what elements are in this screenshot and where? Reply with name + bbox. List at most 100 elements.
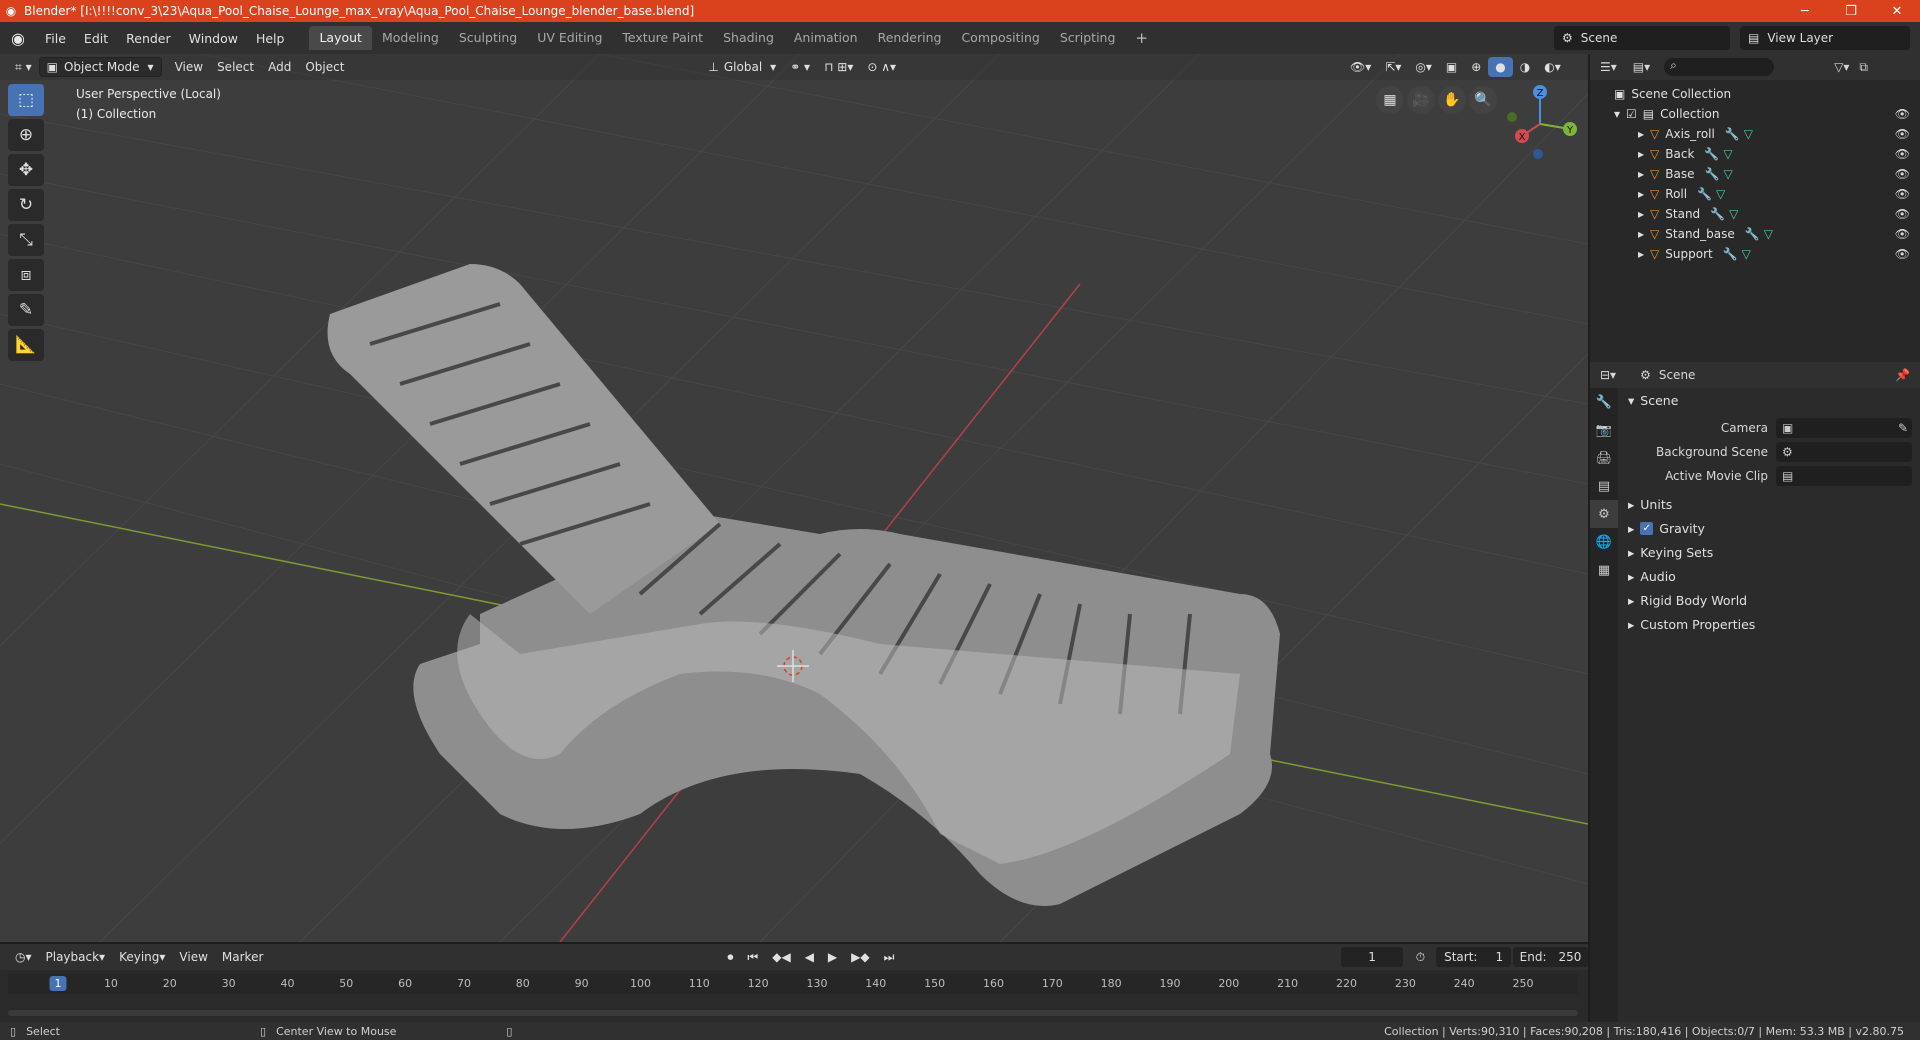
- current-frame-field[interactable]: 1: [1341, 947, 1403, 967]
- editor-type-button[interactable]: ⌗ ▾: [8, 57, 39, 77]
- proportional-edit-icon[interactable]: ⊙ ∧▾: [860, 57, 903, 77]
- outliner-item[interactable]: ▸ ▽ Support 🔧 ▽ 👁: [1590, 244, 1920, 264]
- eyedropper-icon[interactable]: ✎: [1898, 421, 1908, 435]
- record-icon[interactable]: ⏺: [720, 947, 740, 967]
- scale-tool-icon[interactable]: ⤡: [8, 224, 44, 256]
- scene-section-header[interactable]: ▾ Scene: [1620, 388, 1920, 412]
- view-layer-selector[interactable]: ▤ View Layer: [1740, 26, 1910, 50]
- rigid-body-world-section[interactable]: ▸ Rigid Body World: [1620, 588, 1920, 612]
- grid-view-icon[interactable]: ▦: [1376, 86, 1404, 114]
- menu-select[interactable]: Select: [210, 57, 261, 77]
- shading-rendered-icon[interactable]: ◐▾: [1537, 57, 1568, 77]
- properties-editor-icon[interactable]: ⊟▾: [1600, 368, 1616, 382]
- navigation-gizmo[interactable]: Z Y X: [1500, 84, 1580, 164]
- eye-icon[interactable]: 👁: [1895, 167, 1910, 181]
- rotate-tool-icon[interactable]: ↻: [8, 189, 44, 221]
- outliner-item[interactable]: ▸ ▽ Base 🔧 ▽ 👁: [1590, 164, 1920, 184]
- minimize-button[interactable]: ─: [1782, 4, 1828, 19]
- view-layer-props-icon[interactable]: ▤: [1590, 472, 1618, 500]
- shading-solid-icon[interactable]: ●: [1488, 57, 1513, 77]
- pin-icon[interactable]: 📌: [1895, 368, 1910, 382]
- prev-keyframe-icon[interactable]: ◆◀: [765, 947, 797, 967]
- expand-icon[interactable]: ▸: [1638, 247, 1644, 261]
- keying-menu[interactable]: Keying ▾: [112, 947, 172, 967]
- current-frame-marker[interactable]: 1: [49, 976, 67, 991]
- annotate-tool-icon[interactable]: ✎: [8, 294, 44, 326]
- outliner-search[interactable]: ⌕: [1664, 58, 1775, 76]
- cursor-tool-icon[interactable]: ⊕: [8, 119, 44, 151]
- filter-icon[interactable]: ▽▾: [1834, 60, 1849, 74]
- timeline-scrollbar[interactable]: [8, 1010, 1578, 1016]
- camera-view-icon[interactable]: 🎥: [1407, 86, 1435, 114]
- jump-start-icon[interactable]: ⏮: [740, 947, 765, 967]
- active-movie-clip-field[interactable]: ▤: [1776, 466, 1912, 486]
- expand-icon[interactable]: ▸: [1638, 207, 1644, 221]
- eye-icon[interactable]: 👁: [1895, 127, 1910, 141]
- tab-animation[interactable]: Animation: [784, 26, 868, 50]
- blender-menu-icon[interactable]: ◉: [0, 22, 36, 54]
- xray-toggle-icon[interactable]: ▣: [1439, 57, 1464, 77]
- snap-icon[interactable]: ⊓ ⊞▾: [817, 57, 860, 77]
- gizmo-toggle-icon[interactable]: ⇱▾: [1378, 57, 1408, 77]
- new-collection-icon[interactable]: ⧉: [1859, 60, 1868, 75]
- expand-icon[interactable]: ▸: [1638, 147, 1644, 161]
- menu-object[interactable]: Object: [298, 57, 351, 77]
- expand-icon[interactable]: ▸: [1638, 167, 1644, 181]
- next-keyframe-icon[interactable]: ▶◆: [844, 947, 876, 967]
- menu-edit[interactable]: Edit: [75, 31, 117, 46]
- checkbox-icon[interactable]: ☑: [1626, 107, 1637, 121]
- outliner-item[interactable]: ▸ ▽ Stand_base 🔧 ▽ 👁: [1590, 224, 1920, 244]
- world-props-icon[interactable]: 🌐: [1590, 528, 1618, 556]
- stopwatch-icon[interactable]: ⏱: [1409, 947, 1432, 967]
- transform-orientation-dropdown[interactable]: ⊥ Global ▾: [701, 57, 783, 77]
- overlay-toggle-icon[interactable]: ◎▾: [1408, 57, 1439, 77]
- move-tool-icon[interactable]: ✥: [8, 154, 44, 186]
- outliner-item[interactable]: ▸ ▽ Roll 🔧 ▽ 👁: [1590, 184, 1920, 204]
- eye-icon[interactable]: 👁: [1895, 107, 1910, 121]
- camera-field[interactable]: ▣ ✎: [1776, 418, 1912, 438]
- pan-hand-icon[interactable]: ✋: [1438, 86, 1466, 114]
- tab-shading[interactable]: Shading: [713, 26, 784, 50]
- play-icon[interactable]: ▶: [821, 947, 844, 967]
- tab-texture-paint[interactable]: Texture Paint: [612, 26, 713, 50]
- custom-properties-section[interactable]: ▸ Custom Properties: [1620, 612, 1920, 636]
- timeline-editor-icon[interactable]: ◷▾: [8, 947, 39, 967]
- play-reverse-icon[interactable]: ◀: [798, 947, 821, 967]
- restore-button[interactable]: ❐: [1828, 4, 1874, 19]
- jump-end-icon[interactable]: ⏭: [877, 947, 902, 967]
- menu-view[interactable]: View: [168, 57, 210, 77]
- close-window-button[interactable]: ✕: [1874, 4, 1920, 19]
- tab-scripting[interactable]: Scripting: [1050, 26, 1126, 50]
- shading-wireframe-icon[interactable]: ⊕: [1464, 57, 1488, 77]
- output-props-icon[interactable]: 🖨: [1590, 444, 1618, 472]
- measure-tool-icon[interactable]: 📐: [8, 329, 44, 361]
- visibility-icon[interactable]: 👁▾: [1343, 57, 1378, 77]
- tab-compositing[interactable]: Compositing: [951, 26, 1049, 50]
- outliner-item[interactable]: ▸ ▽ Back 🔧 ▽ 👁: [1590, 144, 1920, 164]
- zoom-icon[interactable]: 🔍: [1469, 86, 1497, 114]
- add-workspace-button[interactable]: +: [1125, 26, 1158, 50]
- expand-icon[interactable]: ▸: [1638, 187, 1644, 201]
- menu-help[interactable]: Help: [247, 31, 294, 46]
- gravity-checkbox[interactable]: ✓: [1640, 521, 1654, 535]
- scene-collection-row[interactable]: ▣ Scene Collection: [1590, 84, 1920, 104]
- tab-layout[interactable]: Layout: [309, 26, 372, 50]
- mode-dropdown[interactable]: ▣ Object Mode ▾: [38, 57, 162, 77]
- tab-modeling[interactable]: Modeling: [372, 26, 449, 50]
- outliner-item[interactable]: ▸ ▽ Axis_roll 🔧 ▽ 👁: [1590, 124, 1920, 144]
- texture-props-icon[interactable]: ▦: [1590, 556, 1618, 584]
- shading-material-icon[interactable]: ◑: [1513, 57, 1537, 77]
- timeline-view-menu[interactable]: View: [172, 947, 214, 967]
- eye-icon[interactable]: 👁: [1895, 147, 1910, 161]
- eye-icon[interactable]: 👁: [1895, 247, 1910, 261]
- outliner-item[interactable]: ▸ ▽ Stand 🔧 ▽ 👁: [1590, 204, 1920, 224]
- render-props-icon[interactable]: 📷: [1590, 416, 1618, 444]
- menu-render[interactable]: Render: [117, 31, 180, 46]
- background-scene-field[interactable]: ⚙: [1776, 442, 1912, 462]
- audio-section[interactable]: ▸ Audio: [1620, 564, 1920, 588]
- units-section[interactable]: ▸ Units: [1620, 492, 1920, 516]
- transform-tool-icon[interactable]: ⧈: [8, 259, 44, 291]
- scene-props-tab-icon[interactable]: ⚙: [1590, 500, 1618, 528]
- select-box-tool-icon[interactable]: ⬚: [8, 84, 44, 116]
- eye-icon[interactable]: 👁: [1895, 227, 1910, 241]
